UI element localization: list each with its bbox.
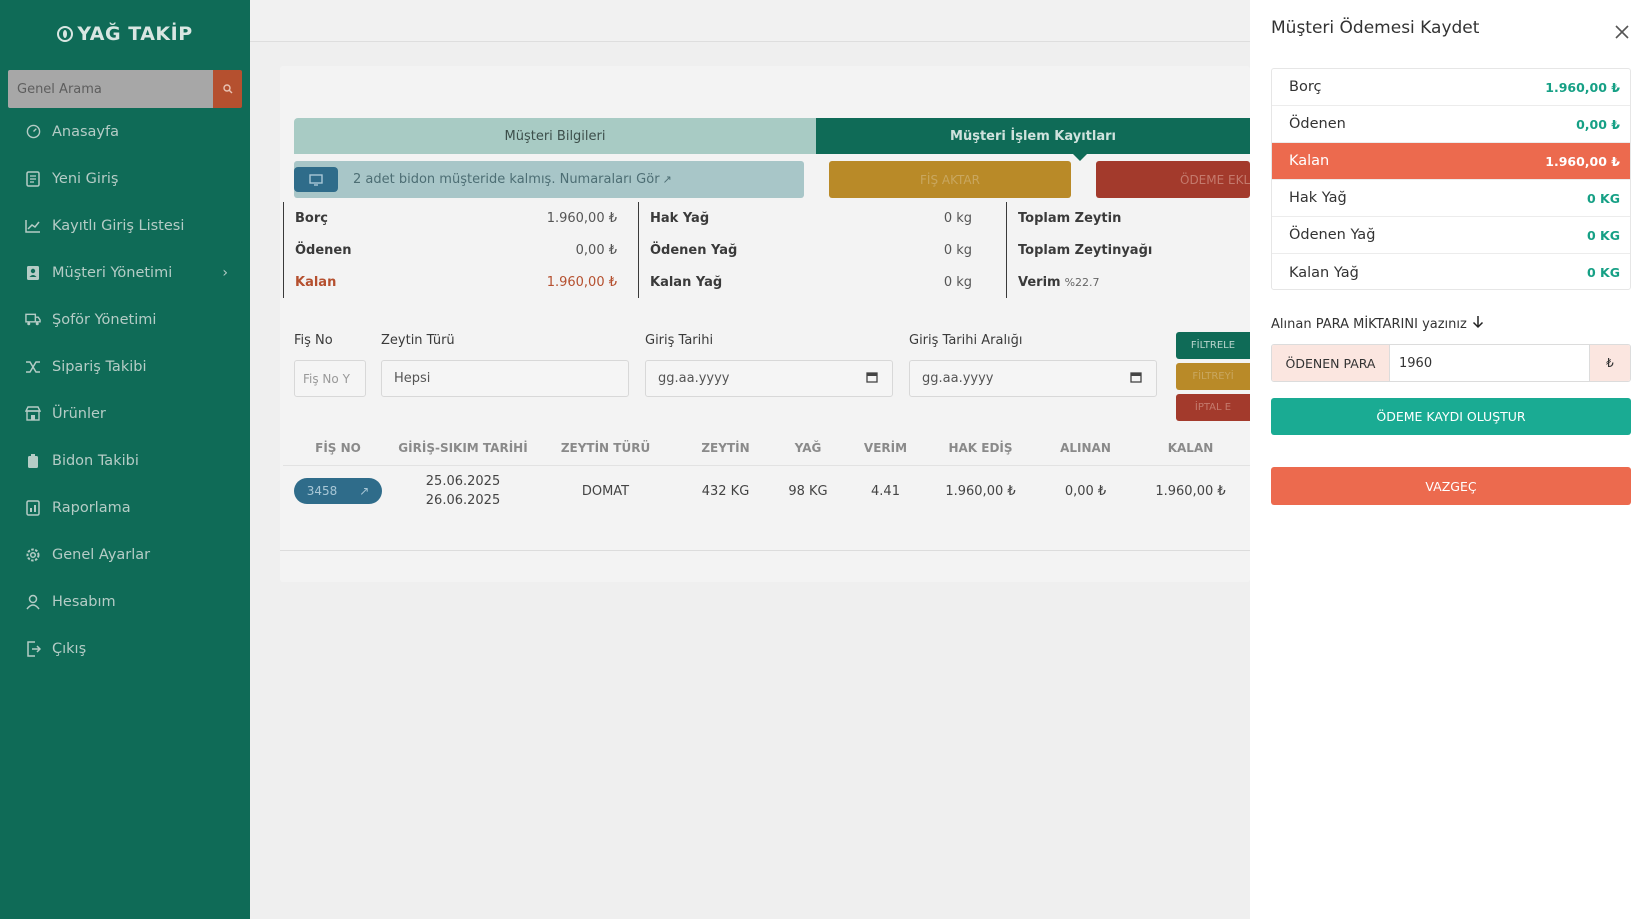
list-item-borc: Borç 1.960,00 ₺ bbox=[1272, 69, 1630, 106]
cancel-button[interactable]: VAZGEÇ bbox=[1271, 467, 1631, 505]
list-item-hak-yag: Hak Yağ 0 KG bbox=[1272, 180, 1630, 217]
drawer-title: Müşteri Ödemesi Kaydet bbox=[1271, 18, 1480, 38]
payment-summary-list: Borç 1.960,00 ₺ Ödenen 0,00 ₺ Kalan 1.960,0… bbox=[1271, 68, 1631, 290]
list-item-kalan-yag: Kalan Yağ 0 KG bbox=[1289, 264, 1620, 281]
modal-backdrop[interactable] bbox=[0, 0, 1250, 919]
create-payment-button[interactable]: ÖDEME KAYDI OLUŞTUR bbox=[1271, 398, 1631, 435]
arrow-down-icon bbox=[1472, 315, 1484, 333]
list-item-odenen: Ödenen 0,00 ₺ bbox=[1272, 106, 1630, 143]
list-item-odenen-yag: Ödenen Yağ 0 KG bbox=[1272, 217, 1630, 254]
amount-prefix: ÖDENEN PARA bbox=[1272, 345, 1390, 381]
amount-label: Alınan PARA MİKTARINI yazınız bbox=[1271, 315, 1484, 333]
currency-suffix: ₺ bbox=[1589, 345, 1630, 381]
list-item-kalan: Kalan 1.960,00 ₺ bbox=[1272, 143, 1630, 180]
payment-amount-group: ÖDENEN PARA ₺ bbox=[1271, 344, 1631, 382]
close-icon[interactable] bbox=[1614, 24, 1632, 42]
payment-drawer: Müşteri Ödemesi Kaydet Borç 1.960,00 ₺ Öd… bbox=[1250, 0, 1644, 919]
payment-amount-input[interactable] bbox=[1390, 345, 1589, 381]
